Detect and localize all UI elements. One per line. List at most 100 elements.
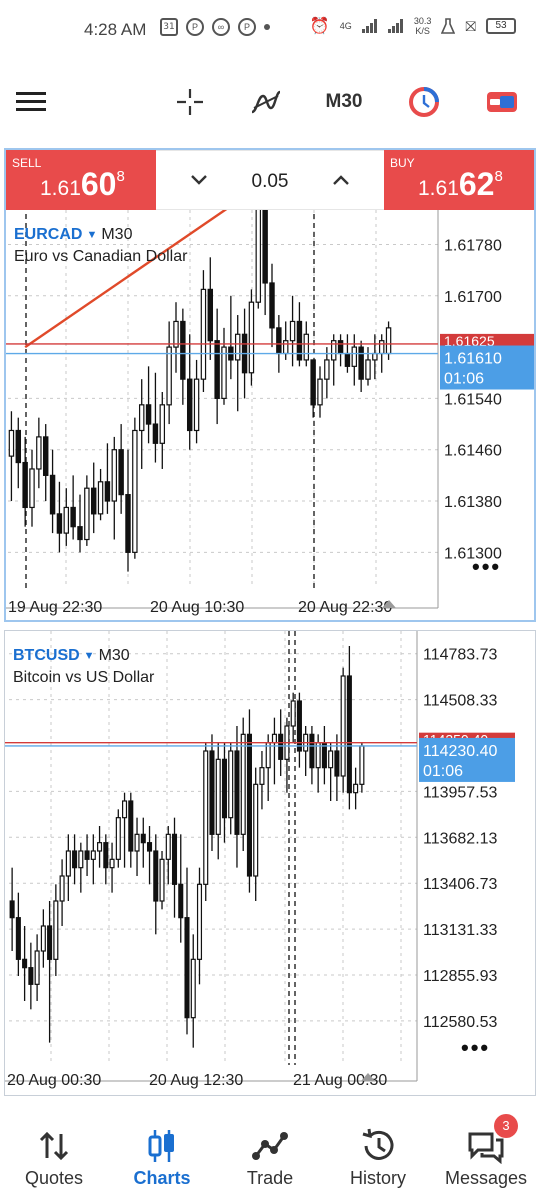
menu-icon: [16, 92, 46, 111]
y-tick-label: 112580.53: [423, 1014, 498, 1031]
buy-price: 1.61628: [418, 166, 503, 202]
candle-body: [271, 733, 277, 744]
btcusd-chart[interactable]: 114783.73 114508.33 113957.53 113682.13 1134…: [5, 631, 535, 1095]
y-tick-label: 113406.73: [423, 876, 498, 893]
charts-icon: [148, 1130, 174, 1162]
chart-more-button[interactable]: •••: [472, 554, 501, 580]
symbol-name[interactable]: EURCAD: [14, 226, 82, 244]
candle-body: [111, 449, 118, 502]
candle-body: [22, 958, 28, 969]
candle-body: [328, 750, 334, 769]
candle-body: [344, 352, 351, 367]
symbol-name[interactable]: BTCUSD: [13, 647, 80, 665]
nav-quotes[interactable]: Quotes: [0, 1108, 108, 1200]
pinterest-icon: P: [238, 18, 256, 36]
candle-body: [15, 917, 21, 960]
candle-body: [289, 320, 296, 342]
candle-body: [53, 900, 59, 960]
candle-body: [276, 327, 282, 355]
candle-body: [77, 526, 83, 541]
buy-button[interactable]: BUY 1.61628: [384, 150, 534, 210]
pinterest-icon: P: [186, 18, 204, 36]
candle-body: [47, 925, 53, 960]
nav-history[interactable]: History: [324, 1108, 432, 1200]
status-notification-icons: 31 P ∞ P: [160, 18, 270, 36]
candle-body: [42, 436, 49, 476]
buy-label: BUY: [390, 156, 415, 170]
symbol-dropdown-icon[interactable]: ▼: [84, 650, 95, 662]
sell-button[interactable]: SELL 1.61608: [6, 150, 156, 210]
candle-body: [290, 700, 296, 727]
candle-body: [378, 340, 385, 355]
candle-body: [171, 833, 178, 885]
candle-body: [128, 800, 134, 852]
candle-body: [253, 783, 259, 877]
chart-more-button[interactable]: •••: [461, 1035, 490, 1061]
eurcad-symbol-row[interactable]: EURCAD ▼ M30: [14, 226, 132, 244]
link-icon: ∞: [212, 18, 230, 36]
btcusd-chart-panel[interactable]: 114783.73 114508.33 113957.53 113682.13 1134…: [4, 630, 536, 1096]
status-time: 4:28 AM: [84, 20, 147, 39]
menu-button[interactable]: [14, 60, 48, 144]
candle-body: [372, 352, 378, 361]
candle-body: [215, 758, 221, 835]
candle-body: [186, 378, 193, 432]
flask-icon: [441, 18, 456, 34]
x-tick-label: 20 Aug 10:30: [150, 599, 244, 616]
candle-body: [303, 333, 310, 361]
candle-body: [84, 850, 90, 860]
y-tick-label: 113957.53: [423, 784, 498, 801]
nav-charts[interactable]: Charts: [108, 1108, 216, 1200]
candle-body: [296, 700, 302, 752]
quotes-icon: [39, 1131, 69, 1161]
candle-body: [246, 733, 252, 877]
candle-body: [65, 850, 71, 877]
bottom-navigation: Quotes Charts Trade History 3 Messages: [0, 1108, 540, 1200]
bar-countdown-label: 01:06: [423, 763, 463, 780]
y-tick-label: 1.61460: [444, 443, 502, 460]
bar-countdown-label: 01:06: [444, 371, 484, 388]
one-click-trading-icon: [409, 87, 439, 117]
one-click-trading-button[interactable]: [404, 60, 444, 144]
signal-icon: [361, 19, 377, 33]
crosshair-button[interactable]: [170, 60, 210, 144]
chart-toolbar: M30: [0, 60, 540, 144]
y-tick-label: 1.61700: [444, 289, 502, 306]
candle-body: [340, 675, 346, 777]
symbol-dropdown-icon[interactable]: ▼: [86, 229, 97, 241]
candle-body: [180, 320, 186, 380]
candle-body: [159, 404, 166, 444]
y-tick-label: 114783.73: [423, 647, 498, 664]
candle-body: [334, 750, 340, 777]
eurcad-chart[interactable]: 1.617801.617001.615401.614601.613801.613…: [6, 150, 534, 620]
candle-body: [9, 900, 15, 919]
candle-body: [228, 750, 234, 819]
candle-body: [8, 429, 15, 457]
candle-body: [262, 198, 268, 284]
candle-body: [90, 487, 97, 515]
timeframe-button[interactable]: M30: [318, 60, 370, 144]
eurcad-chart-panel[interactable]: 1.61780 1.61700 1.61540 1.61460 1.61380 1.613…: [4, 148, 536, 622]
y-tick-label: 112855.93: [423, 968, 498, 985]
nav-messages[interactable]: 3 Messages: [432, 1108, 540, 1200]
candle-body: [22, 461, 28, 509]
candle-body: [104, 481, 111, 502]
candle-body: [145, 404, 152, 425]
candle-body: [109, 858, 115, 869]
candle-body: [282, 340, 289, 355]
lot-increase-button[interactable]: [332, 169, 350, 192]
indicators-button[interactable]: [246, 60, 286, 144]
btcusd-symbol-row[interactable]: BTCUSD ▼ M30: [13, 647, 130, 665]
candle-body: [125, 494, 131, 553]
trade-panel-toggle[interactable]: [484, 60, 520, 144]
y-tick-label: 113131.33: [423, 922, 498, 939]
symbol-timeframe: M30: [98, 647, 130, 664]
candle-body: [310, 359, 316, 406]
x-tick-label: 19 Aug 22:30: [8, 599, 102, 616]
candle-body: [200, 288, 207, 380]
more-notifications-icon: [264, 24, 270, 30]
nav-trade[interactable]: Trade: [216, 1108, 324, 1200]
candle-body: [118, 449, 124, 496]
candle-body: [309, 733, 315, 769]
candle-body: [358, 346, 364, 380]
